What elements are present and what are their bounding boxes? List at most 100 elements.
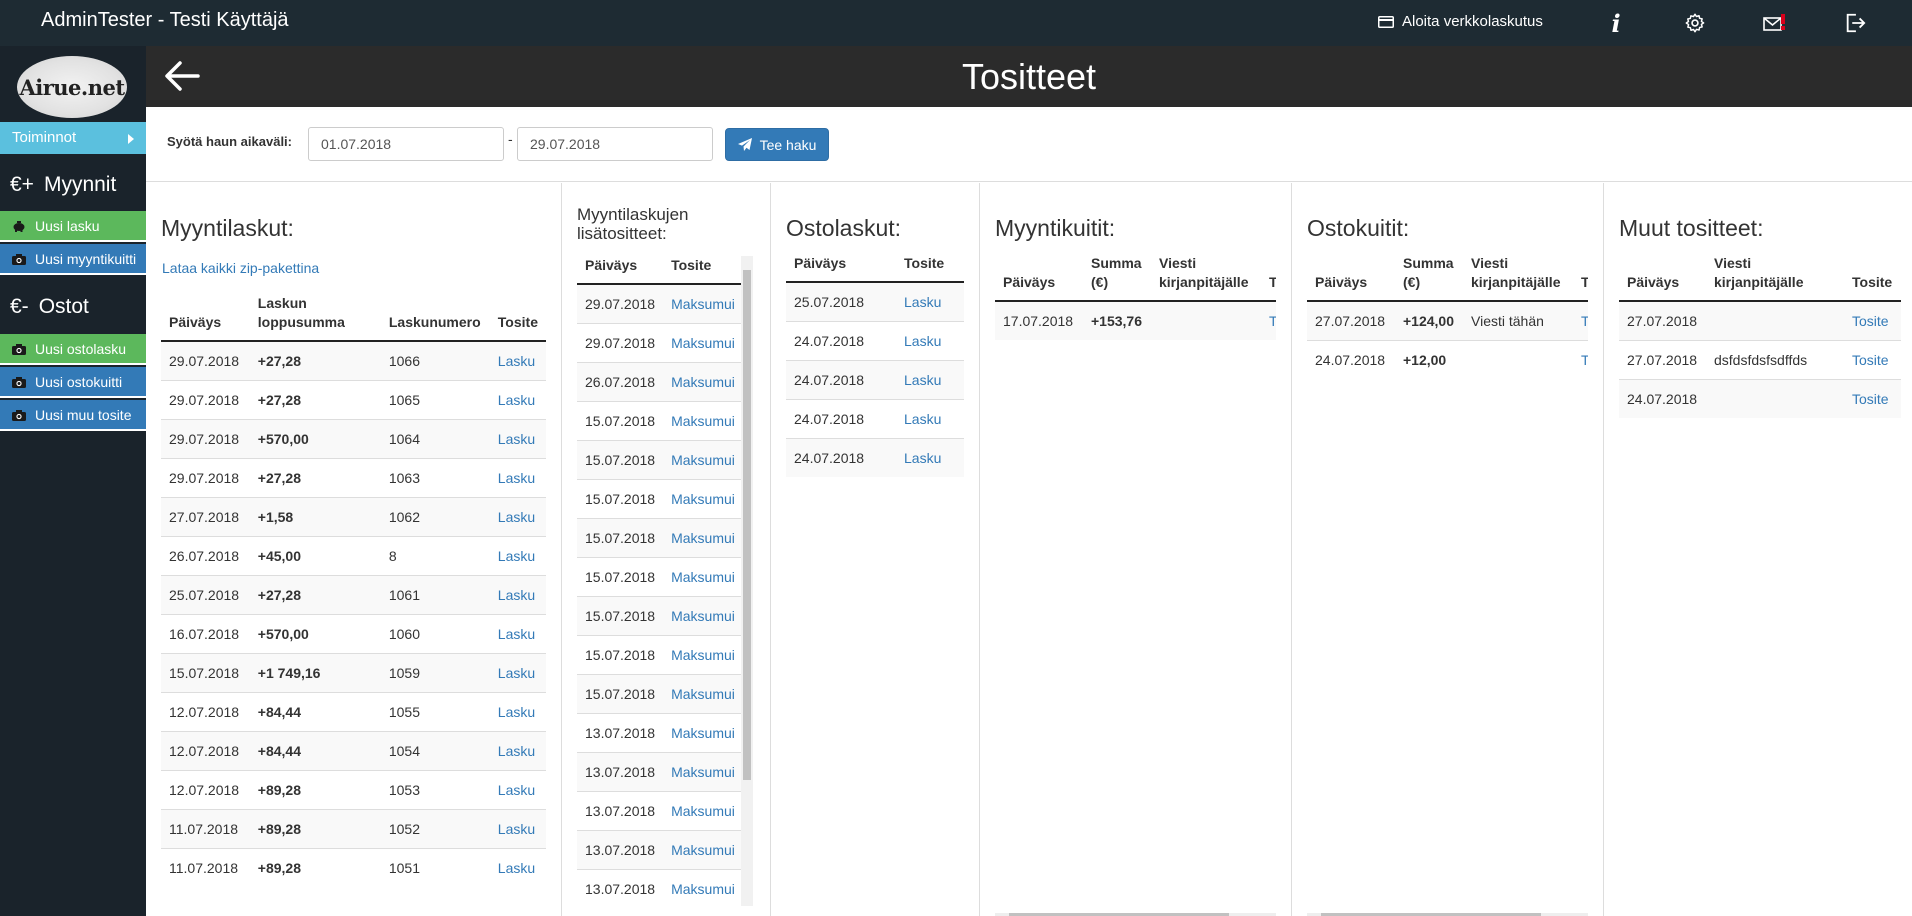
page-header: Tositteet (146, 46, 1912, 107)
amount-cell: +89,28 (249, 847, 381, 887)
document-link[interactable]: Maksumui (671, 686, 735, 702)
document-link[interactable]: Tosite (1852, 352, 1889, 368)
document-link[interactable]: Maksumui (671, 725, 735, 741)
search-button[interactable]: Tee haku (725, 128, 829, 161)
new-invoice-label: Uusi lasku (35, 217, 100, 234)
info-icon[interactable]: i (1601, 8, 1631, 38)
toiminnot-menu[interactable]: Toiminnot (0, 122, 146, 154)
start-einvoicing-button[interactable]: Aloita verkkolaskutus (1378, 13, 1543, 30)
document-link-cell: Lasku (489, 496, 546, 536)
invoice-number-cell: 1063 (380, 457, 490, 497)
col-document[interactable]: Tosite (1844, 254, 1901, 302)
document-link[interactable]: Maksumui (671, 881, 735, 897)
document-link[interactable]: Lasku (498, 743, 535, 759)
table-row: 12.07.2018 +84,44 1055 Lasku (161, 691, 546, 731)
col-invoice-number[interactable]: Laskunumero (380, 294, 490, 342)
document-link[interactable]: Lasku (904, 411, 941, 427)
document-link[interactable]: Lasku (498, 548, 535, 564)
document-link[interactable]: Maksumui (671, 803, 735, 819)
col-date[interactable]: Päiväys (161, 294, 250, 342)
date-from-input[interactable] (308, 127, 504, 161)
col-date[interactable]: Päiväys (1307, 254, 1395, 302)
table-row: 11.07.2018 +89,28 1051 Lasku (161, 847, 546, 887)
col-date[interactable]: Päiväys (995, 254, 1083, 302)
document-link[interactable]: Lasku (498, 392, 535, 408)
mail-alert-icon[interactable] (1760, 8, 1790, 38)
col-date[interactable]: Päiväys (577, 256, 664, 285)
vertical-scrollbar[interactable] (741, 256, 753, 906)
document-link[interactable]: Maksumui (671, 335, 735, 351)
document-link[interactable]: Lasku (498, 431, 535, 447)
col-message[interactable]: Viesti kirjanpitäjälle (1151, 254, 1261, 302)
col-document[interactable]: To (1261, 254, 1276, 302)
document-link[interactable]: Lasku (498, 860, 535, 876)
document-link[interactable]: Maksumui (671, 647, 735, 663)
logo[interactable]: Airue.net (17, 56, 127, 118)
document-link[interactable]: Tosite (1852, 391, 1889, 407)
document-link[interactable]: Maksumui (671, 452, 735, 468)
new-other-voucher-button[interactable]: Uusi muu tosite (0, 400, 146, 431)
date-to-input[interactable] (517, 127, 713, 161)
purchase-receipts-scroll-area[interactable]: Päiväys Summa (€) Viesti kirjanpitäjälle… (1307, 254, 1588, 654)
sales-receipts-scroll-area[interactable]: Päiväys Summa (€) Viesti kirjanpitäjälle… (995, 254, 1276, 654)
sales-heading: €+ Myynnit (0, 162, 146, 208)
col-amount[interactable]: Summa (€) (1395, 254, 1463, 302)
new-purchase-receipt-button[interactable]: Uusi ostokuitti (0, 367, 146, 398)
col-document[interactable]: To (1573, 254, 1588, 302)
document-link[interactable]: Lasku (498, 665, 535, 681)
document-link[interactable]: Maksumui (671, 608, 735, 624)
document-link[interactable]: Lasku (498, 470, 535, 486)
document-link[interactable]: To (1269, 313, 1276, 329)
document-link[interactable]: Maksumui (671, 530, 735, 546)
document-link-cell: Maksumui (663, 790, 743, 830)
document-link[interactable]: Lasku (498, 782, 535, 798)
document-link[interactable]: Maksumui (671, 569, 735, 585)
document-link[interactable]: Lasku (904, 372, 941, 388)
document-link[interactable]: Maksumui (671, 842, 735, 858)
col-date[interactable]: Päiväys (1619, 254, 1706, 302)
document-link[interactable]: Lasku (904, 333, 941, 349)
document-link[interactable]: Lasku (498, 821, 535, 837)
document-link[interactable]: Lasku (498, 509, 535, 525)
table-row: 26.07.2018 +45,00 8 Lasku (161, 535, 546, 575)
col-message[interactable]: Viesti kirjanpitäjälle (1706, 254, 1844, 302)
document-link[interactable]: Lasku (498, 704, 535, 720)
invoice-number-cell: 1064 (380, 418, 490, 458)
col-amount[interactable]: Summa (€) (1083, 254, 1151, 302)
document-link[interactable]: To (1581, 313, 1588, 329)
document-link[interactable]: Lasku (904, 450, 941, 466)
document-link[interactable]: Maksumui (671, 296, 735, 312)
col-document[interactable]: Tosite (896, 254, 964, 283)
col-date[interactable]: Päiväys (786, 254, 896, 283)
col-total[interactable]: Laskun loppusumma (249, 294, 381, 342)
date-cell: 11.07.2018 (161, 847, 250, 887)
new-invoice-button[interactable]: Uusi lasku (0, 211, 146, 242)
document-link[interactable]: Lasku (498, 353, 535, 369)
col-message[interactable]: Viesti kirjanpitäjälle (1463, 254, 1573, 302)
table-row: 13.07.2018 Maksumui (577, 829, 743, 869)
logout-icon[interactable] (1840, 8, 1870, 38)
col-document[interactable]: Tosite (663, 256, 743, 285)
new-purchase-invoice-button[interactable]: Uusi ostolasku (0, 334, 146, 365)
table-row: 26.07.2018 Maksumui (577, 361, 743, 401)
document-link[interactable]: Tosite (1852, 313, 1889, 329)
document-link-cell: Lasku (489, 457, 546, 497)
document-link[interactable]: Maksumui (671, 374, 735, 390)
table-row: 13.07.2018 Maksumui (577, 868, 743, 908)
document-link[interactable]: Maksumui (671, 491, 735, 507)
download-zip-link[interactable]: Lataa kaikki zip-pakettina (162, 260, 319, 276)
document-link[interactable]: Lasku (498, 626, 535, 642)
document-link[interactable]: Lasku (498, 587, 535, 603)
table-row: 29.07.2018 +27,28 1065 Lasku (161, 379, 546, 419)
document-link[interactable]: Maksumui (671, 764, 735, 780)
document-link[interactable]: To (1581, 352, 1588, 368)
col-document[interactable]: Tosite (489, 294, 546, 342)
amount-cell: +1,58 (249, 496, 381, 536)
scrollbar-thumb[interactable] (743, 270, 751, 780)
new-sales-receipt-button[interactable]: Uusi myyntikuitti (0, 244, 146, 275)
date-cell: 29.07.2018 (161, 340, 250, 380)
document-link-cell: Maksumui (663, 868, 743, 908)
document-link[interactable]: Maksumui (671, 413, 735, 429)
gear-icon[interactable] (1680, 8, 1710, 38)
document-link[interactable]: Lasku (904, 294, 941, 310)
